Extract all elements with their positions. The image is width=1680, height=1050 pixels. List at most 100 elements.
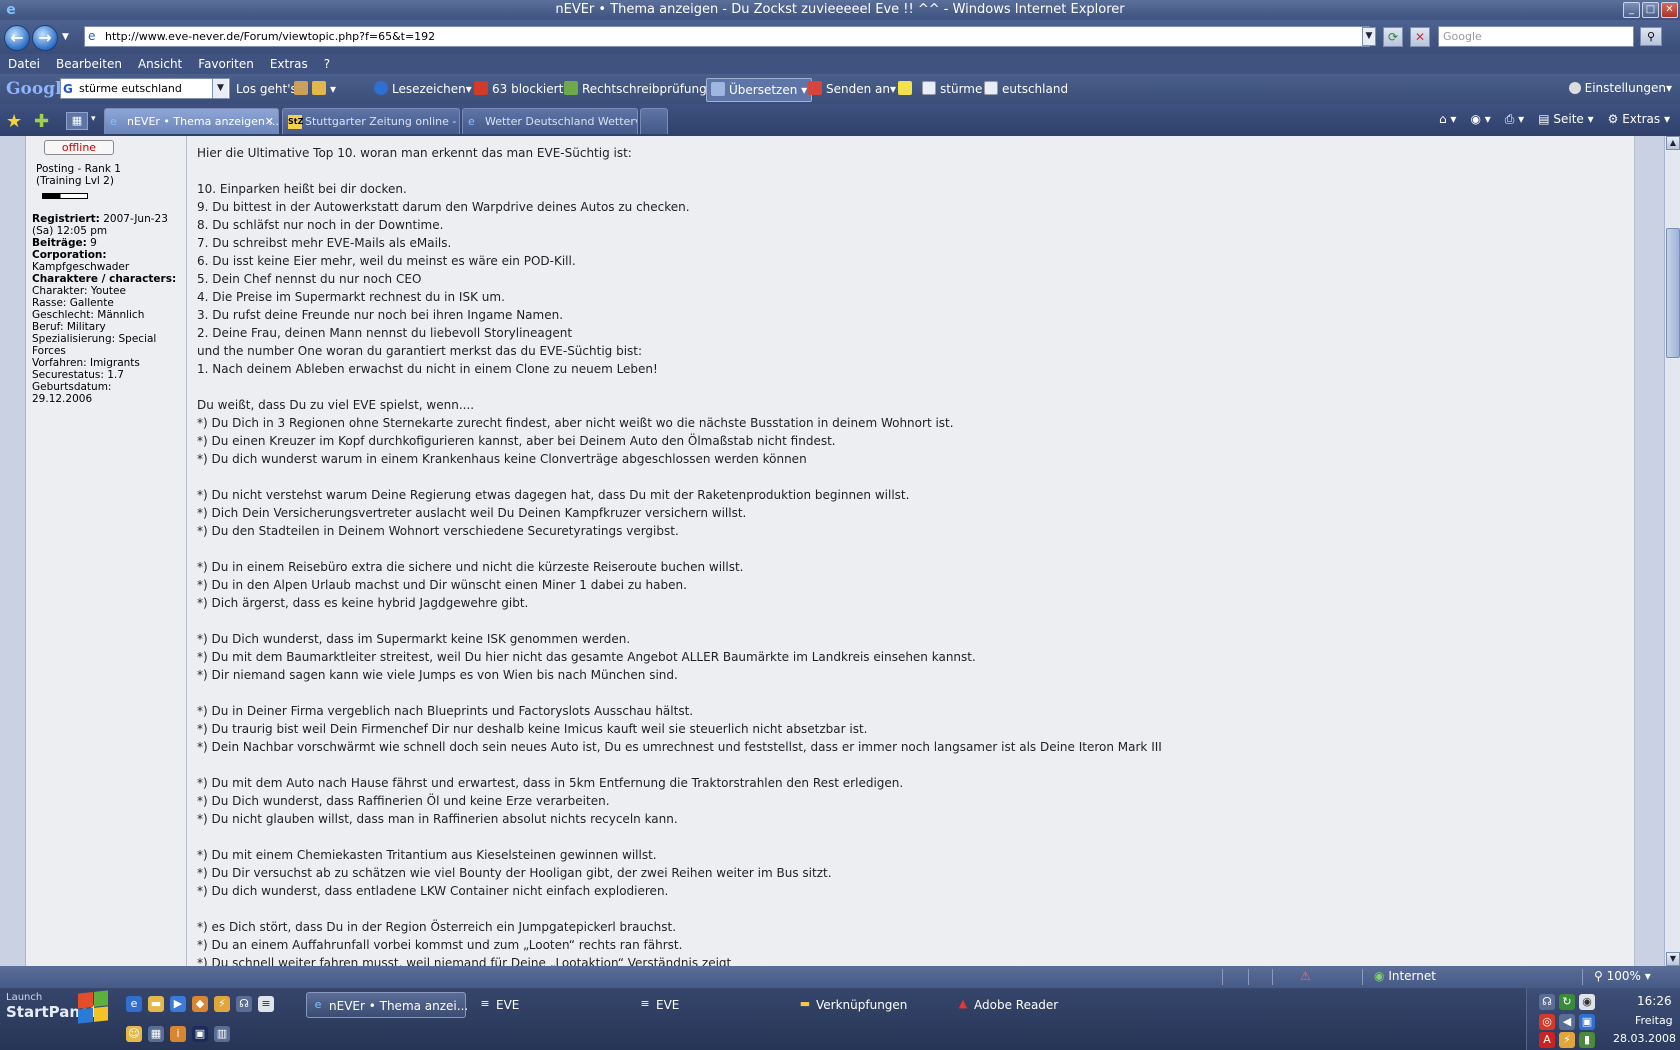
search-input[interactable]: Google: [1438, 26, 1634, 47]
menu-datei[interactable]: Datei: [0, 54, 48, 74]
page-menu[interactable]: ▤ Seite ▾: [1538, 112, 1593, 127]
tray-antivirus-icon[interactable]: ◎: [1539, 1014, 1555, 1030]
tray-battery-icon[interactable]: ▮: [1579, 1032, 1595, 1048]
refresh-button[interactable]: ⟳: [1383, 27, 1403, 47]
post-line: *) Du nicht verstehst warum Deine Regier…: [197, 488, 910, 502]
folder-icon[interactable]: ▬: [148, 996, 164, 1012]
menu-ansicht[interactable]: Ansicht: [130, 54, 190, 74]
close-tab-icon[interactable]: ✕: [265, 109, 274, 134]
profile-line: Vorfahren: Imigrants: [32, 357, 180, 369]
post-line: *) Du traurig bist weil Dein Firmenchef …: [197, 722, 868, 736]
tray-display-icon[interactable]: ▣: [1579, 1014, 1595, 1030]
minimize-button[interactable]: _: [1623, 2, 1640, 18]
translate-button[interactable]: Übersetzen ▾: [706, 78, 813, 102]
task-ie-never[interactable]: e nEVEr • Thema anzei...: [306, 992, 468, 1018]
scroll-down-icon[interactable]: ▼: [1666, 952, 1680, 966]
task-eve-1[interactable]: ≡ EVE: [474, 992, 624, 1018]
film-icon[interactable]: ▥: [214, 1026, 230, 1042]
popup-blocker-button[interactable]: 63 blockiert: [474, 81, 563, 97]
post-line: [197, 684, 1624, 702]
menu-bearbeiten[interactable]: Bearbeiten: [48, 54, 130, 74]
extras-menu-label: Extras: [1622, 112, 1661, 126]
document-icon[interactable]: ≡: [258, 996, 274, 1012]
post-line: 5. Dein Chef nennst du nur noch CEO: [197, 272, 422, 286]
tab-stuttgarter[interactable]: StZ Stuttgarter Zeitung online - S...: [282, 108, 460, 134]
feeds-icon[interactable]: ◉ ▾: [1470, 112, 1490, 127]
task-eve-2[interactable]: ≡ EVE: [634, 992, 784, 1018]
app-icon[interactable]: ◆: [192, 996, 208, 1012]
favorites-star-icon[interactable]: ★: [6, 111, 22, 132]
google-go-button[interactable]: Los geht's!: [236, 81, 302, 97]
forward-button[interactable]: →: [32, 25, 58, 51]
tab-wetter[interactable]: e Wetter Deutschland Wetterv...: [462, 108, 638, 134]
tab-list-dropdown-icon[interactable]: ▾: [91, 114, 96, 124]
tab-label: Wetter Deutschland Wetterv...: [485, 115, 638, 128]
zoom-control[interactable]: ⚲ 100% ▾: [1594, 969, 1651, 983]
tray-network-icon[interactable]: ◉: [1579, 994, 1595, 1010]
tray-adobe-icon[interactable]: A: [1539, 1032, 1555, 1048]
search-term-eutschland[interactable]: eutschland: [984, 81, 1068, 97]
protected-mode-icon[interactable]: ⚠: [1300, 969, 1311, 983]
windows-logo-icon[interactable]: [78, 990, 108, 1024]
tray-sync-icon[interactable]: ↻: [1559, 994, 1575, 1010]
author-profile: offline Posting - Rank 1 (Training Lvl 2…: [26, 136, 187, 966]
print-icon[interactable]: ⎙ ▾: [1505, 112, 1524, 127]
profile-line: Corporation:: [32, 249, 180, 261]
post-line: 10. Einparken heißt bei dir docken.: [197, 182, 407, 196]
send-to-button[interactable]: Senden an▾: [808, 81, 896, 97]
document-icon: ≡: [640, 997, 650, 1010]
history-dropdown-icon[interactable]: ▼: [62, 32, 69, 42]
close-button[interactable]: ✕: [1661, 2, 1678, 18]
security-zone: ◉ Internet: [1374, 969, 1436, 983]
tool-icon[interactable]: ⚡: [214, 996, 230, 1012]
post-line: 7. Du schreibst mehr EVE-Mails als eMail…: [197, 236, 452, 250]
scroll-thumb[interactable]: [1666, 228, 1680, 358]
menu-help[interactable]: ?: [316, 54, 338, 74]
calculator-icon[interactable]: ▦: [148, 1026, 164, 1042]
quick-tabs-icon[interactable]: ▦: [66, 112, 88, 130]
media-icon[interactable]: ▶: [170, 996, 186, 1012]
tab-never[interactable]: e nEVEr • Thema anzeigen ... ✕: [104, 108, 279, 134]
highlight-icon[interactable]: [898, 81, 916, 97]
post-line: *) Du in einem Reisebüro extra die siche…: [197, 560, 744, 574]
smiley-icon[interactable]: ☺: [126, 1026, 142, 1042]
tray-volume-icon[interactable]: ◀: [1559, 1014, 1575, 1030]
profile-line: Beiträge: 9: [32, 237, 180, 249]
address-dropdown-icon[interactable]: ▼: [1362, 27, 1376, 46]
toolbar-tools-icon[interactable]: ▾: [294, 81, 336, 97]
task-label: Verknüpfungen: [816, 998, 908, 1012]
info-icon[interactable]: i: [170, 1026, 186, 1042]
bookmarks-button[interactable]: Lesezeichen▾: [374, 81, 472, 97]
address-input[interactable]: e http://www.eve-never.de/Forum/viewtopi…: [84, 26, 1370, 47]
tv-icon[interactable]: ▣: [192, 1026, 208, 1042]
folder-icon: ▬: [799, 997, 811, 1010]
spellcheck-button[interactable]: Rechtschreibprüfung ▾: [564, 81, 717, 97]
post-line: Hier die Ultimative Top 10. woran man er…: [197, 146, 632, 160]
post-line: *) Du den Stadteilen in Deinem Wohnort v…: [197, 524, 679, 538]
stop-button[interactable]: ✕: [1410, 27, 1430, 47]
extras-menu[interactable]: ⚙ Extras ▾: [1608, 112, 1670, 127]
task-verknuepfungen[interactable]: ▬ Verknüpfungen: [794, 992, 944, 1018]
vertical-scrollbar[interactable]: ▲ ▼: [1664, 136, 1680, 966]
home-icon[interactable]: ⌂ ▾: [1439, 112, 1456, 127]
settings-button[interactable]: Einstellungen▾: [1568, 81, 1672, 95]
add-favorite-icon[interactable]: ✚: [34, 111, 49, 132]
menu-extras[interactable]: Extras: [262, 54, 316, 74]
search-icon[interactable]: ⚲: [1640, 27, 1662, 46]
search-term-sturme[interactable]: stürme: [922, 81, 982, 97]
profile-line-value: Charakter: Youtee: [32, 285, 126, 297]
post-line: 6. Du isst keine Eier mehr, weil du mein…: [197, 254, 576, 268]
ie-quicklaunch-icon[interactable]: e: [126, 996, 142, 1012]
tray-headset-icon[interactable]: ☊: [1539, 994, 1555, 1010]
google-dropdown-icon[interactable]: ▼: [212, 79, 228, 98]
post-line: 1. Nach deinem Ableben erwachst du nicht…: [197, 362, 658, 376]
maximize-button[interactable]: □: [1642, 2, 1659, 18]
headset-icon[interactable]: ☊: [236, 996, 252, 1012]
back-button[interactable]: ←: [4, 25, 30, 51]
new-tab-button[interactable]: [640, 108, 668, 134]
scroll-up-icon[interactable]: ▲: [1666, 136, 1680, 150]
tray-tool-icon[interactable]: ⚡: [1559, 1032, 1575, 1048]
task-adobe-reader[interactable]: ▲ Adobe Reader: [952, 992, 1102, 1018]
google-search-input[interactable]: G stürme eutschland: [60, 78, 230, 99]
menu-favoriten[interactable]: Favoriten: [190, 54, 262, 74]
